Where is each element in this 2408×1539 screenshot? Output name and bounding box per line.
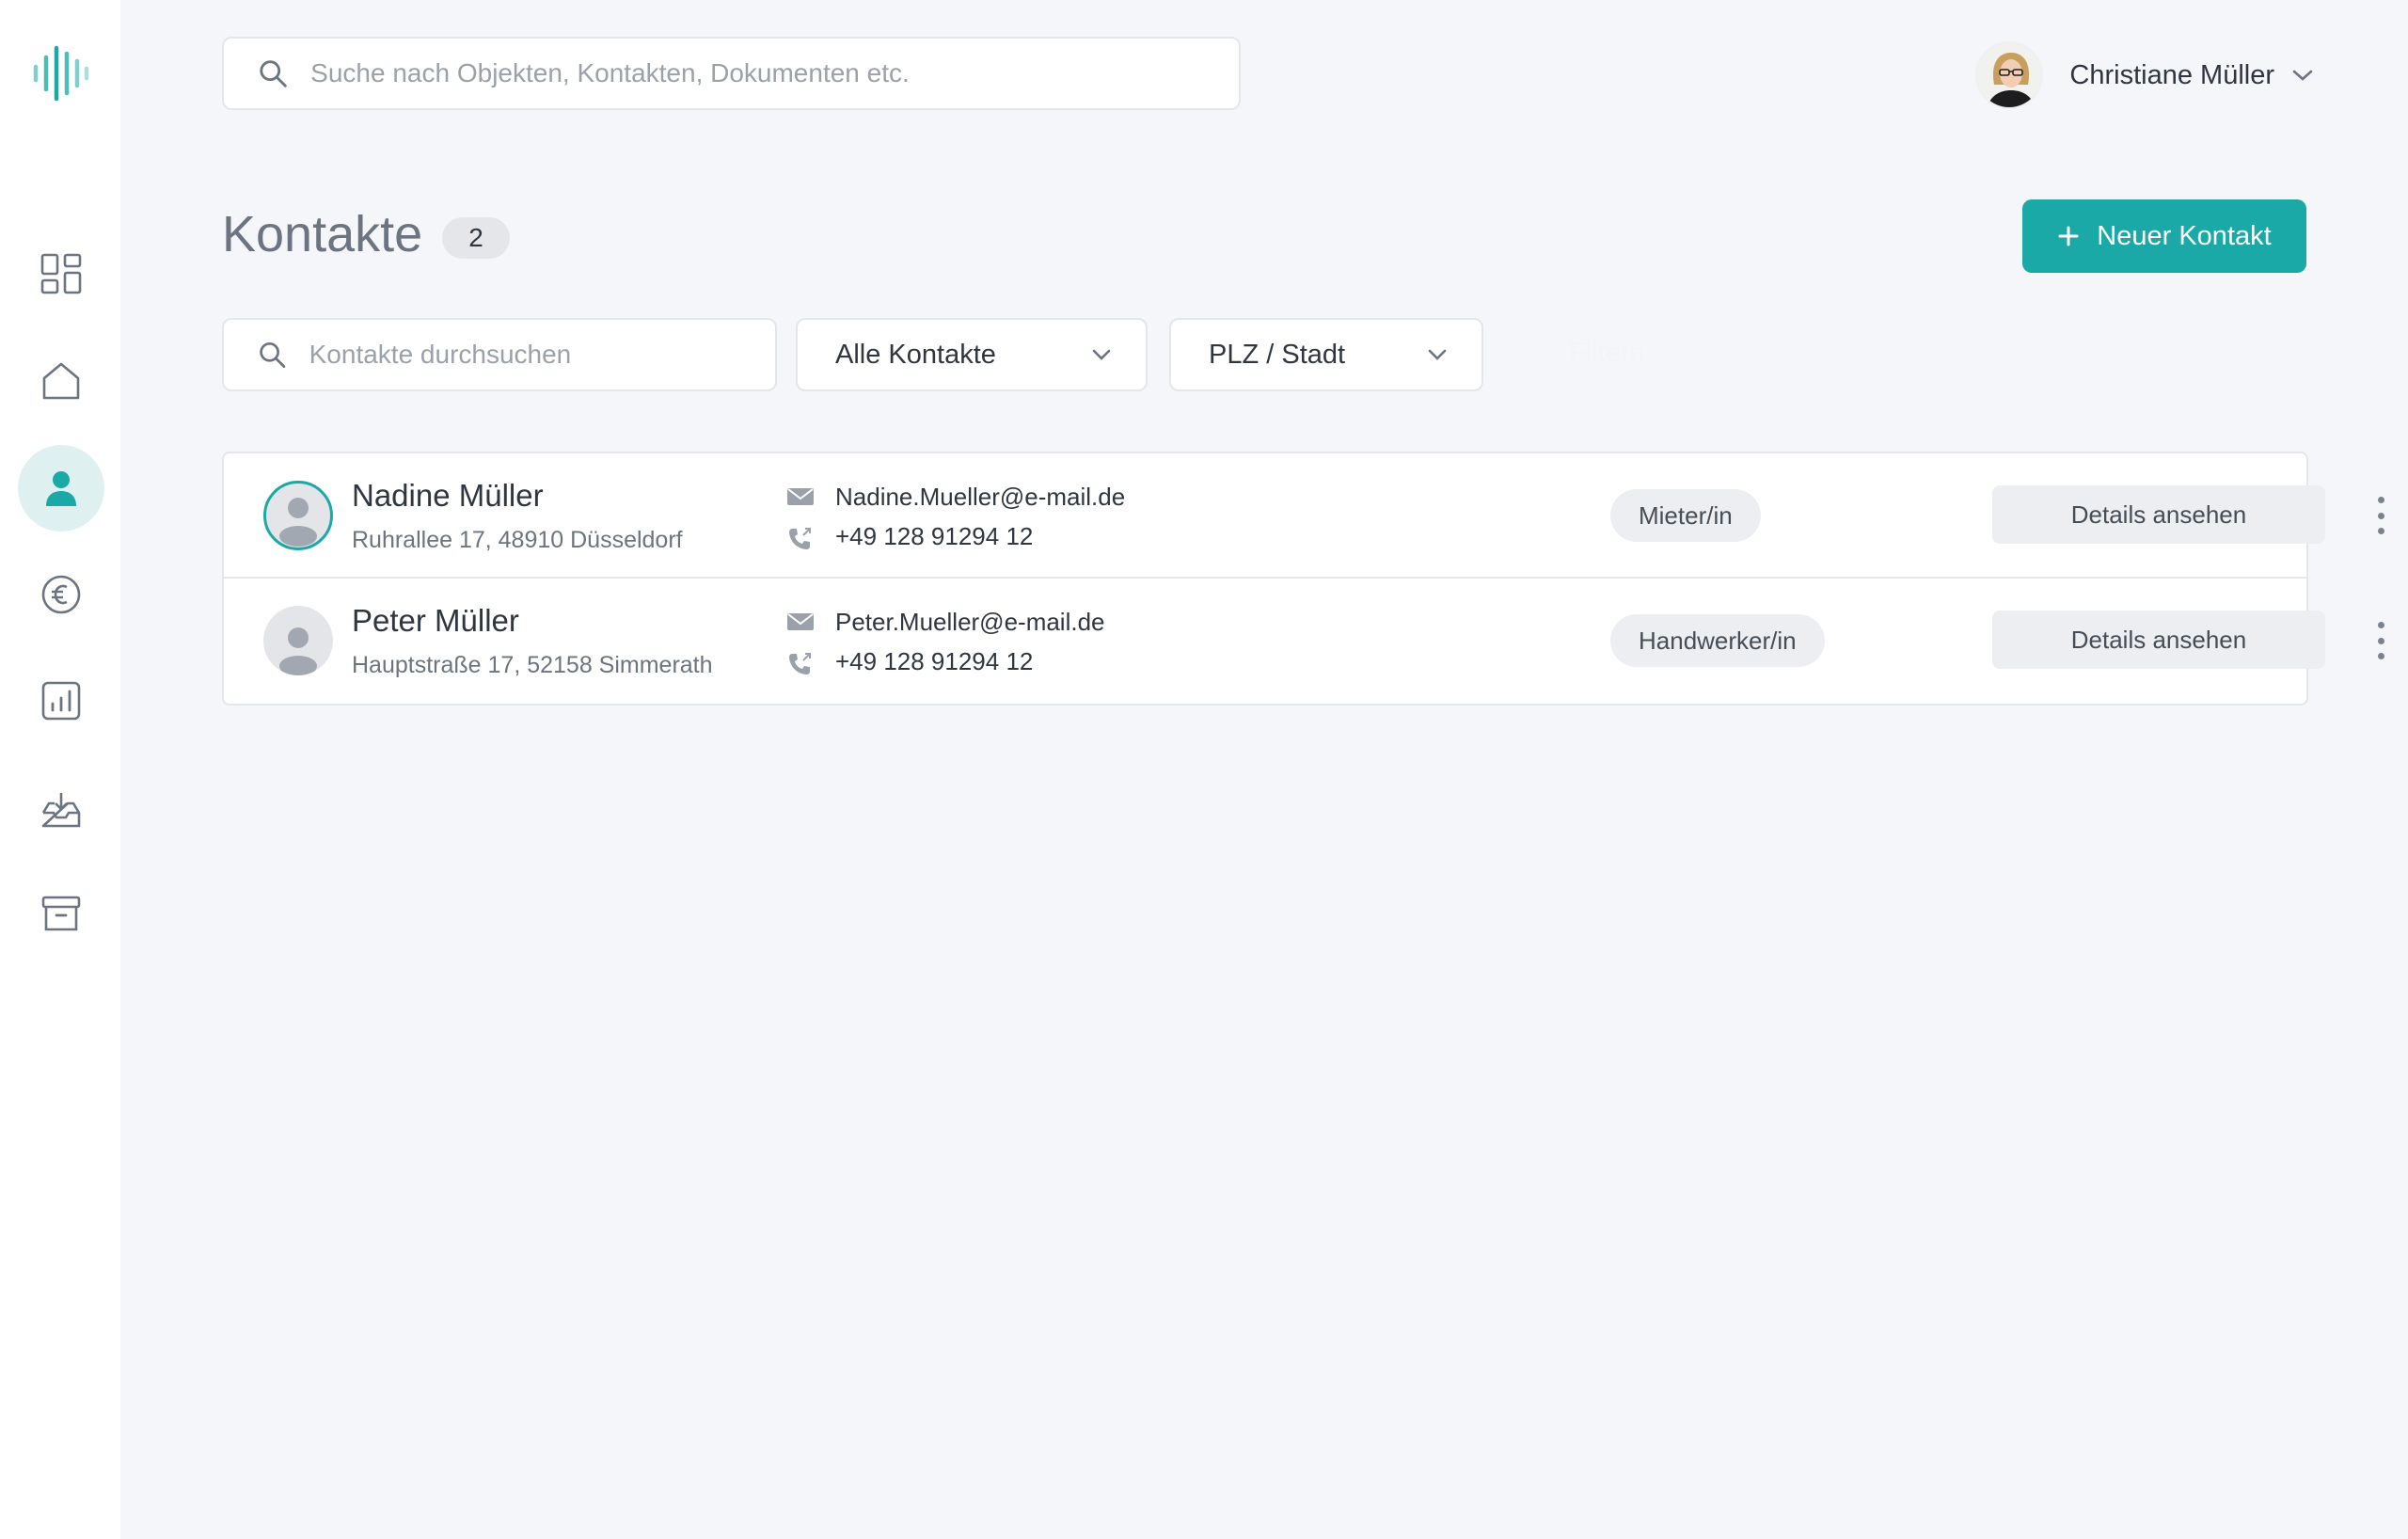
euro-icon (41, 575, 81, 614)
sidebar (0, 0, 120, 1539)
contact-address: Ruhrallee 17, 48910 Düsseldorf (352, 527, 683, 553)
role-badge: Handwerker/in (1610, 614, 1825, 667)
home-icon (42, 362, 80, 400)
details-button[interactable]: Details ansehen (1992, 485, 2325, 544)
page-title: Kontakte (222, 206, 423, 262)
chart-icon (41, 681, 81, 721)
main-content: Christiane Müller Kontakte 2 Neuer Konta… (120, 0, 2408, 1539)
archive-icon (41, 896, 81, 931)
nav-properties[interactable] (18, 338, 104, 424)
dashboard-icon (40, 253, 82, 294)
inbox-icon (41, 793, 81, 828)
search-icon (260, 60, 287, 87)
more-options-icon[interactable] (2367, 616, 2395, 665)
person-placeholder-icon (279, 627, 317, 675)
nav-dashboard[interactable] (18, 230, 104, 317)
contact-row[interactable]: Peter Müller Hauptstraße 17, 52158 Simme… (224, 579, 2384, 704)
contact-email[interactable]: Nadine.Mueller@e-mail.de (835, 483, 1125, 512)
phone-icon (789, 528, 811, 549)
city-select-value: PLZ / Stadt (1209, 339, 1346, 370)
contact-avatar (263, 606, 333, 675)
mail-icon (787, 613, 814, 630)
global-search[interactable] (222, 37, 1241, 110)
contact-email[interactable]: Peter.Mueller@e-mail.de (835, 608, 1105, 637)
contact-count-badge: 2 (442, 217, 510, 259)
nav-inbox[interactable] (18, 767, 104, 853)
user-name: Christiane Müller (2069, 59, 2274, 90)
new-contact-button[interactable]: Neuer Kontakt (2022, 199, 2306, 273)
chevron-down-icon (2292, 70, 2313, 81)
contact-type-select[interactable]: Alle Kontakte (796, 318, 1148, 391)
chevron-down-icon (1092, 349, 1111, 360)
details-button[interactable]: Details ansehen (1992, 611, 2325, 669)
role-badge: Mieter/in (1610, 489, 1761, 542)
nav-finance[interactable] (18, 551, 104, 638)
contact-phone[interactable]: +49 128 91294 12 (835, 647, 1033, 676)
phone-icon (789, 653, 811, 674)
nav-archive[interactable] (18, 870, 104, 957)
contact-name[interactable]: Peter Müller (352, 603, 519, 639)
filter-link[interactable]: Filtern (1569, 338, 1645, 369)
global-search-input[interactable] (310, 58, 1239, 88)
logo-icon[interactable] (31, 44, 89, 103)
contact-address: Hauptstraße 17, 52158 Simmerath (352, 652, 713, 678)
avatar (1975, 41, 2044, 109)
new-contact-label: Neuer Kontakt (2097, 220, 2272, 251)
nav-contacts[interactable] (18, 445, 104, 532)
contacts-icon (46, 471, 76, 506)
person-placeholder-icon (279, 498, 317, 547)
mail-icon (787, 488, 814, 505)
search-icon (260, 341, 286, 368)
contact-name[interactable]: Nadine Müller (352, 478, 544, 514)
chevron-down-icon (1428, 349, 1447, 360)
nav-reports[interactable] (18, 658, 104, 744)
user-menu[interactable]: Christiane Müller (1975, 40, 2314, 110)
contact-phone[interactable]: +49 128 91294 12 (835, 522, 1033, 551)
more-options-icon[interactable] (2367, 491, 2395, 540)
contact-row[interactable]: Nadine Müller Ruhrallee 17, 48910 Düssel… (224, 453, 2384, 579)
city-select[interactable]: PLZ / Stadt (1169, 318, 1483, 391)
contact-avatar (263, 481, 333, 550)
contact-type-value: Alle Kontakte (835, 339, 996, 370)
contact-search[interactable] (222, 318, 777, 391)
plus-icon (2058, 226, 2079, 246)
contact-search-input[interactable] (309, 340, 775, 370)
contact-list: Nadine Müller Ruhrallee 17, 48910 Düssel… (222, 452, 2384, 706)
